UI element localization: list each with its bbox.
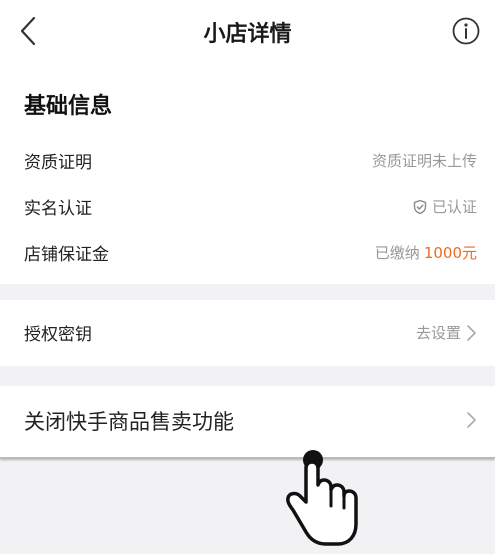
shield-check-icon	[413, 199, 427, 214]
info-circle-icon[interactable]	[451, 16, 481, 46]
page-title: 小店详情	[203, 22, 292, 47]
row-label: 实名认证	[24, 199, 92, 219]
row-label: 资质证明	[24, 153, 92, 173]
row-label: 店铺保证金	[24, 245, 109, 265]
section-title: 基础信息	[24, 94, 113, 119]
chevron-right-icon	[467, 412, 476, 428]
basic-info-card: 基础信息 资质证明 资质证明未上传 实名认证 已认证 店铺保证金 已缴纳 100…	[0, 64, 495, 284]
row-label: 关闭快手商品售卖功能	[24, 410, 234, 434]
deposit-row[interactable]: 店铺保证金 已缴纳 1000元	[0, 232, 495, 272]
row-value: 已缴纳 1000元	[374, 244, 477, 262]
row-value: 资质证明未上传	[371, 152, 477, 170]
qualification-row[interactable]: 资质证明 资质证明未上传	[0, 140, 495, 180]
real-name-row[interactable]: 实名认证 已认证	[0, 186, 495, 226]
row-value: 去设置	[416, 322, 477, 343]
close-feature-row[interactable]: 关闭快手商品售卖功能	[0, 386, 495, 458]
chevron-right-icon	[467, 324, 476, 341]
auth-key-card: 授权密钥 去设置	[0, 300, 495, 366]
row-label: 授权密钥	[24, 325, 92, 345]
auth-key-row[interactable]: 授权密钥 去设置	[0, 312, 495, 352]
deposit-amount: 1000元	[423, 244, 477, 262]
header-bar: 小店详情	[0, 0, 495, 64]
row-value: 已认证	[412, 196, 477, 217]
close-feature-card: 关闭快手商品售卖功能	[0, 386, 495, 458]
set-up-link[interactable]: 去设置	[416, 322, 461, 343]
